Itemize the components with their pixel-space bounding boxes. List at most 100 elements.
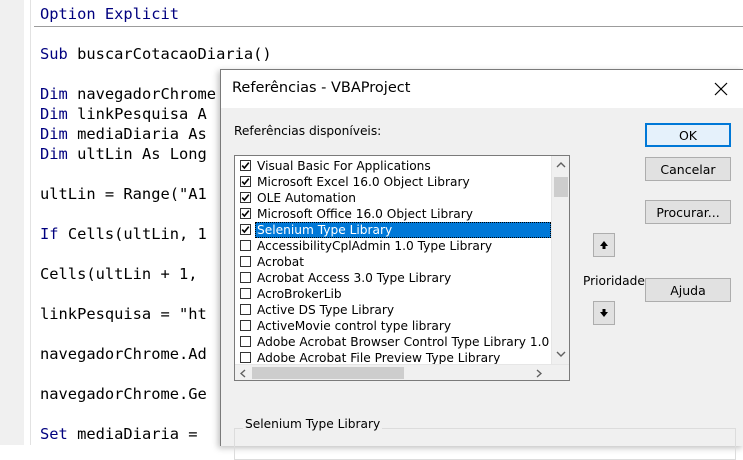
scroll-down-icon[interactable] [556,351,566,357]
close-icon [714,82,728,96]
code-keyword: Set [40,425,78,443]
scroll-up-icon[interactable] [556,162,566,168]
vertical-scroll-thumb[interactable] [554,177,568,197]
horizontal-scrollbar[interactable] [235,364,569,380]
reference-item[interactable]: Acrobat Access 3.0 Type Library [237,270,551,286]
code-text: navegadorChrome [77,85,217,103]
code-keyword: If [40,225,68,243]
code-line: Dim linkPesquisa A [40,104,207,124]
reference-checkbox[interactable] [240,336,251,347]
scroll-right-icon[interactable] [536,369,542,378]
code-text: navegadorChrome.Ge [40,385,207,403]
reference-label: AccessibilityCplAdmin 1.0 Type Library [257,239,493,253]
reference-label: Selenium Type Library [255,222,551,238]
references-listbox[interactable]: Visual Basic For Applications Microsoft E… [234,155,570,381]
reference-checkbox[interactable] [240,304,251,315]
reference-label: Acrobat [257,255,305,269]
code-line: Cells(ultLin + 1, [40,264,198,284]
code-text: ultLin = Range("A1 [40,185,207,203]
checkmark-icon [241,226,250,234]
code-text: mediaDiaria = [77,425,198,443]
reference-label: Microsoft Excel 16.0 Object Library [257,175,470,189]
reference-checkbox[interactable] [240,352,251,363]
reference-checkbox[interactable] [240,320,251,331]
code-line: If Cells(ultLin, 1 [40,224,207,244]
code-keyword: Sub [40,45,78,63]
reference-checkbox[interactable] [240,256,251,267]
code-text: linkPesquisa = "ht [40,305,207,323]
code-text: navegadorChrome.Ad [40,345,207,363]
reference-item[interactable]: OLE Automation [237,190,551,206]
available-references-label: Referências disponíveis: [234,124,382,138]
code-keyword: Option Explicit [40,5,179,23]
code-line: ultLin = Range("A1 [40,184,207,204]
help-button[interactable]: Ajuda [645,278,731,302]
reference-item[interactable]: Visual Basic For Applications [237,158,551,174]
reference-checkbox[interactable] [240,176,251,187]
reference-checkbox[interactable] [240,288,251,299]
close-button[interactable] [711,79,731,99]
code-line: Dim mediaDiaria As [40,124,207,144]
code-line: Dim navegadorChrome [40,84,216,104]
code-line: Dim ultLin As Long [40,144,207,164]
checkmark-icon [241,162,250,170]
code-line: navegadorChrome.Ad [40,344,207,364]
reference-item[interactable]: Adobe Acrobat Browser Control Type Libra… [237,334,551,350]
scroll-left-icon[interactable] [240,369,246,378]
dialog-title: Referências - VBAProject [232,80,411,96]
reference-label: Active DS Type Library [257,303,395,317]
horizontal-scroll-thumb[interactable] [252,367,404,379]
code-text: Cells(ultLin + 1, [40,265,198,283]
reference-checkbox[interactable] [240,208,251,219]
reference-checkbox[interactable] [240,192,251,203]
code-keyword: Dim [40,125,78,143]
code-line: Option Explicit [40,4,179,24]
reference-label: AcroBrokerLib [257,287,342,301]
reference-item[interactable]: Acrobat [237,254,551,270]
reference-checkbox[interactable] [240,272,251,283]
arrow-down-icon [600,309,608,317]
ok-button[interactable]: OK [645,123,731,147]
code-text: linkPesquisa A [77,105,207,123]
references-dialog: Referências - VBAProject Referências dis… [220,69,743,460]
reference-label: Acrobat Access 3.0 Type Library [257,271,452,285]
code-text: buscarCotacaoDiaria() [77,45,272,63]
reference-label: ActiveMovie control type library [257,319,452,333]
reference-item[interactable]: Active DS Type Library [237,302,551,318]
code-keyword: Dim [40,145,78,163]
reference-item[interactable]: Selenium Type Library [237,222,551,238]
priority-up-button[interactable] [593,233,615,257]
code-keyword: Dim [40,105,78,123]
code-keyword: Dim [40,85,78,103]
vertical-scrollbar[interactable] [551,156,569,364]
editor-margin-inner [24,0,31,445]
reference-item[interactable]: ActiveMovie control type library [237,318,551,334]
code-text: ultLin As Long [77,145,207,163]
priority-label: Prioridade [583,274,645,288]
reference-item[interactable]: AccessibilityCplAdmin 1.0 Type Library [237,238,551,254]
reference-info-title: Selenium Type Library [243,417,383,431]
checkmark-icon [241,194,250,202]
reference-checkbox[interactable] [240,224,251,235]
code-line: Set mediaDiaria = [40,424,198,444]
reference-info-group [234,428,736,460]
reference-label: Visual Basic For Applications [257,159,431,173]
checkmark-icon [241,210,250,218]
arrow-up-icon [600,241,608,249]
reference-item[interactable]: Microsoft Excel 16.0 Object Library [237,174,551,190]
code-text: Cells(ultLin, 1 [67,225,207,243]
cancel-button[interactable]: Cancelar [645,157,731,181]
reference-checkbox[interactable] [240,160,251,171]
reference-item[interactable]: AcroBrokerLib [237,286,551,302]
browse-button[interactable]: Procurar... [645,200,731,224]
reference-label: Adobe Acrobat Browser Control Type Libra… [257,335,550,349]
priority-down-button[interactable] [593,301,615,325]
reference-checkbox[interactable] [240,240,251,251]
dialog-titlebar: Referências - VBAProject [221,70,743,108]
procedure-separator [34,26,743,27]
code-text: mediaDiaria As [77,125,207,143]
checkmark-icon [241,178,250,186]
reference-item[interactable]: Microsoft Office 16.0 Object Library [237,206,551,222]
reference-label: OLE Automation [257,191,356,205]
editor-margin-bar [0,0,25,445]
